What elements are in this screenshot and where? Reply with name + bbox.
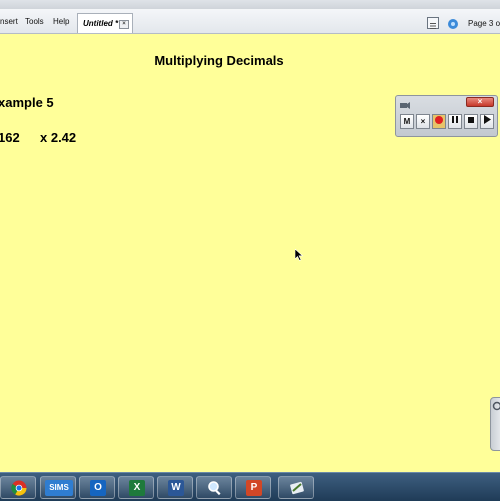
window-top-strip xyxy=(0,0,500,9)
page-indicator: Page 3 of xyxy=(468,19,500,28)
pause-button[interactable] xyxy=(448,114,462,129)
outlook-icon: O xyxy=(90,480,106,496)
example-heading: xample 5 xyxy=(0,95,54,110)
taskbar-notebook[interactable] xyxy=(278,476,314,499)
search-app-icon xyxy=(207,480,223,496)
side-panel-icon xyxy=(492,401,500,411)
record-button[interactable] xyxy=(432,114,446,129)
properties-icon[interactable] xyxy=(447,17,459,29)
word-icon: W xyxy=(168,480,184,496)
menu-help[interactable]: Help xyxy=(53,17,69,26)
taskbar-search-app[interactable] xyxy=(196,476,232,499)
play-icon xyxy=(483,115,491,124)
taskbar-chrome[interactable] xyxy=(0,476,36,499)
stop-icon xyxy=(467,116,475,124)
page-sorter-icon[interactable] xyxy=(427,17,439,29)
menu-insert[interactable]: nsert xyxy=(0,17,18,26)
taskbar-word[interactable]: W xyxy=(157,476,193,499)
taskbar-sims[interactable]: SIMS xyxy=(40,476,76,499)
recorder-cancel-button[interactable]: × xyxy=(416,114,430,129)
powerpoint-icon: P xyxy=(246,480,262,496)
record-icon xyxy=(434,115,444,125)
pause-icon xyxy=(451,115,459,124)
mouse-cursor-icon xyxy=(295,248,303,266)
side-panel-handle[interactable] xyxy=(490,397,500,451)
taskbar-outlook[interactable]: O xyxy=(79,476,115,499)
problem-left-operand: 162 xyxy=(0,130,20,145)
play-button[interactable] xyxy=(480,114,494,129)
recorder-titlebar[interactable]: × xyxy=(396,96,497,109)
taskbar-powerpoint[interactable]: P xyxy=(235,476,271,499)
stop-button[interactable] xyxy=(464,114,478,129)
sims-icon: SIMS xyxy=(45,480,73,496)
recorder-menu-button[interactable]: M xyxy=(400,114,414,129)
problem-right-operand: x 2.42 xyxy=(40,130,76,145)
page-title: Multiplying Decimals xyxy=(0,53,438,68)
recorder-toolbar[interactable]: × M × xyxy=(395,95,498,137)
chrome-icon xyxy=(11,480,27,496)
document-tab[interactable]: Untitled * × xyxy=(77,13,133,33)
notebook-icon xyxy=(289,480,305,496)
taskbar-excel[interactable]: X xyxy=(118,476,154,499)
recorder-app-icon xyxy=(399,97,410,115)
recorder-close-button[interactable]: × xyxy=(466,97,494,107)
tab-close-icon[interactable]: × xyxy=(119,20,129,29)
document-tab-label: Untitled * xyxy=(83,19,118,28)
excel-icon: X xyxy=(129,480,145,496)
menu-tools[interactable]: Tools xyxy=(25,17,44,26)
taskbar: SIMS O X W P xyxy=(0,472,500,501)
menu-bar: nsert Tools Help xyxy=(0,9,500,34)
